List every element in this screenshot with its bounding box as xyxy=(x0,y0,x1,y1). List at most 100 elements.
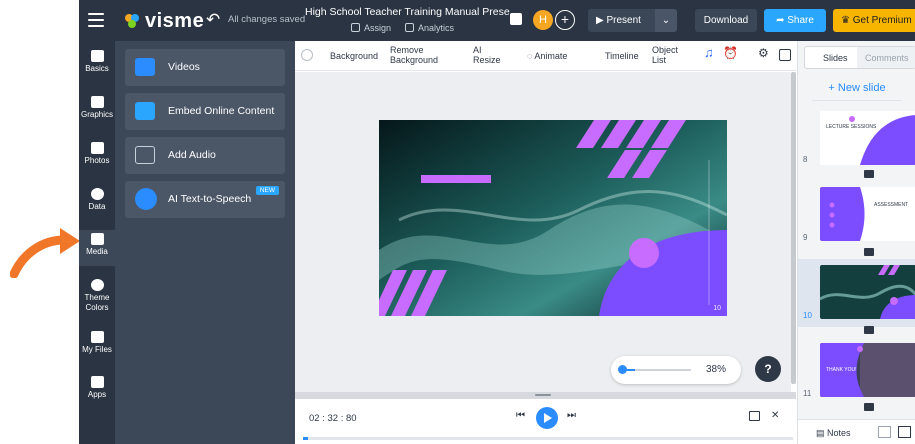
assign-icon xyxy=(351,23,360,32)
menu-icon[interactable] xyxy=(88,13,104,27)
ai-label-1: AI xyxy=(473,45,482,55)
visme-logo: visme xyxy=(145,10,205,32)
slide-number: 9 xyxy=(803,233,808,242)
photos-icon xyxy=(90,142,104,154)
slide-transition-icon[interactable] xyxy=(864,326,874,334)
palette-icon xyxy=(90,279,104,291)
videos-button[interactable]: Videos xyxy=(125,49,285,86)
remove-background-button[interactable]: Remove Background xyxy=(390,45,438,65)
close-icon[interactable]: ✕ xyxy=(771,410,779,421)
alarm-clock-icon[interactable]: ⏰ xyxy=(723,47,738,59)
tab-slides[interactable]: Slides xyxy=(823,53,848,63)
chevron-down-icon[interactable]: ⌄ xyxy=(655,9,677,32)
rail-item-apps[interactable]: Apps xyxy=(79,373,115,409)
slide-number: 10 xyxy=(803,311,812,320)
timeline-player: 02 : 32 : 80 ⏮ ⏭ ✕ xyxy=(295,399,796,444)
timeline-button[interactable]: Timeline xyxy=(605,51,639,61)
animate-label: Animate xyxy=(534,51,568,61)
save-status: All changes saved xyxy=(228,14,306,25)
tts-label: AI Text-to-Speech xyxy=(168,193,252,205)
comment-icon[interactable] xyxy=(510,13,522,25)
gear-icon[interactable]: ⚙ xyxy=(758,47,769,59)
ai-text-to-speech-button[interactable]: AI Text-to-Speech NEW xyxy=(125,181,285,218)
folder-icon xyxy=(90,331,104,343)
music-note-icon[interactable]: ♫ xyxy=(704,46,714,59)
canvas-vertical-scrollbar[interactable] xyxy=(791,72,796,384)
analytics-button[interactable]: Analytics xyxy=(405,23,454,33)
rail-item-basics[interactable]: Basics xyxy=(79,47,115,83)
new-slide-button[interactable]: + New slide xyxy=(812,76,902,101)
timeline-resize-handle[interactable] xyxy=(295,392,796,399)
frame-icon[interactable] xyxy=(779,49,791,61)
ai-resize-button[interactable]: AI Resize xyxy=(473,45,501,65)
rail-item-my-files[interactable]: My Files xyxy=(79,328,115,364)
rail-item-theme-colors[interactable]: Theme Colors xyxy=(79,276,115,318)
document-title[interactable]: High School Teacher Training Manual Pres… xyxy=(305,6,518,18)
drag-handle-icon xyxy=(535,394,551,396)
share-button[interactable]: ➦ Share xyxy=(764,9,826,32)
help-button[interactable]: ? xyxy=(755,356,781,382)
rail-item-media[interactable]: Media xyxy=(79,230,115,266)
embed-label: Embed Online Content xyxy=(168,105,275,117)
analytics-label: Analytics xyxy=(418,23,455,33)
list-view-icon[interactable] xyxy=(898,426,911,438)
undo-icon[interactable]: ↶ xyxy=(206,10,220,30)
rail-item-photos[interactable]: Photos xyxy=(79,139,115,175)
animate-icon: ◌ xyxy=(527,51,533,61)
basics-icon xyxy=(90,50,104,62)
ai-label-2: Resize xyxy=(473,55,501,65)
slides-panel: Slides Comments + New slide 8 LECTURE SE… xyxy=(797,41,915,444)
audio-label: Add Audio xyxy=(168,149,216,161)
slide-transition-icon[interactable] xyxy=(864,248,874,256)
rail-item-data[interactable]: Data xyxy=(79,185,115,221)
slide-thumbnail-active[interactable] xyxy=(820,265,915,319)
media-icon xyxy=(90,233,104,245)
rail-label: Theme Colors xyxy=(84,293,110,312)
top-bar: visme ↶ All changes saved High School Te… xyxy=(79,0,915,41)
assign-label: Assign xyxy=(364,23,392,33)
pointer-arrow-icon xyxy=(10,228,80,278)
thumb-title: ASSESSMENT xyxy=(874,202,909,208)
add-audio-button[interactable]: Add Audio xyxy=(125,137,285,174)
audio-icon xyxy=(135,146,155,164)
object-list-button[interactable]: Object List xyxy=(652,45,678,65)
slide-page-number: 10 xyxy=(713,305,721,312)
embed-online-content-button[interactable]: Embed Online Content xyxy=(125,93,285,130)
zoom-level[interactable]: 38% xyxy=(706,364,726,375)
video-icon xyxy=(135,58,155,76)
left-icon-rail: Basics Graphics Photos Data Media Theme … xyxy=(79,41,115,444)
slide-number: 11 xyxy=(803,389,812,398)
new-badge: NEW xyxy=(255,186,279,195)
slide-transition-icon[interactable] xyxy=(864,170,874,178)
get-premium-button[interactable]: ♛ Get Premium xyxy=(833,9,915,32)
animate-button[interactable]: ◌ Animate xyxy=(527,51,567,61)
grid-view-icon[interactable] xyxy=(878,426,891,438)
zoom-slider-handle[interactable] xyxy=(618,365,627,374)
tab-comments[interactable]: Comments xyxy=(857,47,915,68)
object-label-1: Object xyxy=(652,45,679,55)
user-avatar[interactable]: H xyxy=(533,10,553,30)
playback-progress[interactable] xyxy=(303,437,793,440)
media-panel: Videos Embed Online Content Add Audio AI… xyxy=(115,41,295,444)
play-button[interactable] xyxy=(536,407,558,429)
assign-button[interactable]: Assign xyxy=(351,23,391,33)
add-collaborator-icon[interactable]: + xyxy=(555,10,575,30)
slide-thumbnail[interactable]: THANK YOU! xyxy=(820,343,915,397)
rail-item-graphics[interactable]: Graphics xyxy=(79,93,115,129)
rail-label: Basics xyxy=(85,64,109,73)
object-label-2: List xyxy=(652,55,667,65)
remove-bg-label-1: Remove xyxy=(390,45,424,55)
slide-preview[interactable]: 10 xyxy=(379,120,727,316)
rail-label: Media xyxy=(86,247,108,256)
ocean-wave-graphic xyxy=(379,120,727,316)
slide-thumbnail[interactable]: LECTURE SESSIONS xyxy=(820,111,915,165)
notes-bar: ▤ Notes xyxy=(798,419,915,444)
download-button[interactable]: Download xyxy=(695,9,757,32)
notes-button[interactable]: ▤ Notes xyxy=(816,428,851,439)
skip-forward-icon[interactable]: ⏭ xyxy=(567,410,576,421)
slide-transition-icon[interactable] xyxy=(864,403,874,411)
background-button[interactable]: Background xyxy=(330,51,378,61)
captions-icon[interactable] xyxy=(749,411,760,421)
skip-back-icon[interactable]: ⏮ xyxy=(516,410,525,421)
slide-thumbnail[interactable]: ASSESSMENT xyxy=(820,187,915,241)
